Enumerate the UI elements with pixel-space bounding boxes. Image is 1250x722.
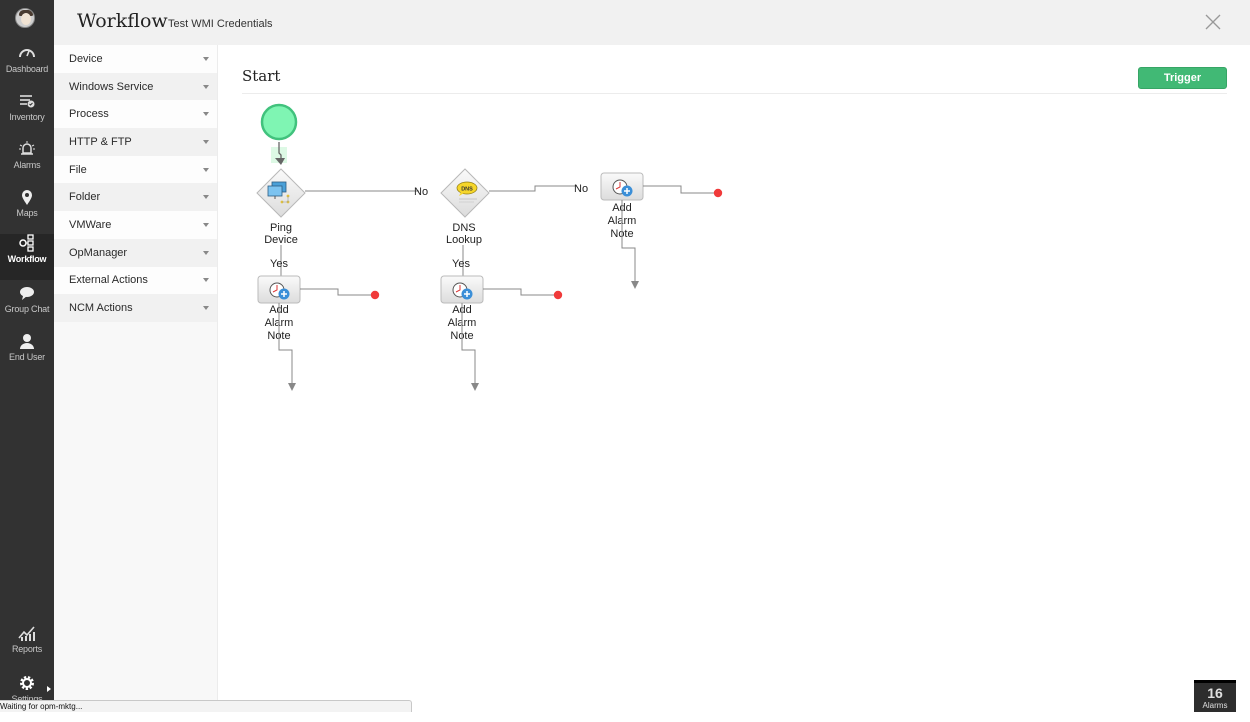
caret-down-icon (203, 112, 209, 117)
connector-line (483, 288, 554, 296)
caret-down-icon (203, 195, 209, 200)
nav-label: Alarms (13, 160, 41, 170)
nav-label: End User (9, 352, 45, 362)
arrow-head (288, 383, 296, 391)
dns-badge-text: DNS (461, 187, 473, 193)
nav-item-reports[interactable]: Reports (0, 624, 54, 672)
category-label: Device (69, 52, 103, 65)
alarm-count-badge[interactable]: 16 Alarms (1194, 680, 1236, 712)
reports-chart-icon (18, 626, 35, 641)
chat-bubble-icon (20, 287, 34, 300)
nav-item-maps[interactable]: Maps (0, 188, 54, 236)
nav-item-workflow[interactable]: Workflow (0, 234, 54, 280)
arrow-head (631, 281, 639, 289)
connector-line (643, 185, 714, 194)
category-windows-service[interactable]: Windows Service (54, 72, 217, 101)
action-categories-panel: Device Windows Service Process HTTP & FT… (54, 45, 218, 712)
left-nav: Dashboard Inventory Alarms Maps Workflow… (0, 0, 54, 712)
edge-label-no: No (574, 183, 588, 195)
caret-down-icon (203, 56, 209, 61)
category-vmware[interactable]: VMWare (54, 211, 217, 239)
connector-line (489, 185, 577, 192)
end-point[interactable] (370, 290, 380, 300)
page-title: Workflow (77, 10, 168, 32)
category-label: OpManager (69, 246, 128, 259)
header-bar: Workflow Test WMI Credentials (54, 0, 1250, 45)
dns-node-label-2: Lookup (446, 234, 482, 246)
caret-down-icon (203, 250, 209, 255)
nav-label: Inventory (9, 112, 45, 122)
add-alarm-note-node[interactable] (440, 275, 484, 304)
category-label: Process (69, 108, 109, 121)
nav-label: Group Chat (4, 304, 50, 314)
caret-down-icon (203, 306, 209, 311)
category-label: HTTP & FTP (69, 135, 132, 148)
alarm-count-label: Alarms (1202, 701, 1228, 710)
category-label: Windows Service (69, 80, 154, 93)
edge-label-yes: Yes (452, 258, 470, 270)
ping-device-node[interactable] (256, 168, 306, 218)
workflow-canvas[interactable]: Start Trigger Ping Device No DNS DNS Loo… (219, 45, 1250, 712)
workflow-icon (19, 234, 34, 252)
nav-item-group-chat[interactable]: Group Chat (0, 284, 54, 332)
edge-label-yes: Yes (270, 258, 288, 270)
caret-down-icon (203, 278, 209, 283)
nav-label: Maps (16, 208, 38, 218)
nav-label: Reports (11, 644, 43, 654)
alarm-count: 16 (1207, 685, 1223, 701)
nav-item-dashboard[interactable]: Dashboard (0, 44, 54, 92)
user-avatar[interactable] (15, 8, 35, 28)
nav-item-inventory[interactable]: Inventory (0, 92, 54, 140)
nav-label: Workflow (7, 254, 47, 264)
workflow-diagram: Ping Device No DNS DNS Lookup No Add Ala… (256, 103, 723, 391)
category-device[interactable]: Device (54, 45, 217, 73)
expand-arrow-icon[interactable] (47, 686, 51, 692)
edge-label-no: No (414, 186, 428, 198)
inventory-list-icon (20, 95, 35, 108)
dashboard-gauge-icon (19, 49, 35, 58)
end-point[interactable] (713, 188, 723, 198)
caret-down-icon (203, 84, 209, 89)
category-label: VMWare (69, 218, 112, 231)
ping-node-label-2: Device (264, 234, 298, 246)
caret-down-icon (203, 167, 209, 172)
workflow-name: Test WMI Credentials (168, 18, 273, 30)
category-label: Folder (69, 191, 101, 204)
category-ncm-actions[interactable]: NCM Actions (54, 294, 217, 322)
start-node[interactable] (260, 103, 298, 141)
nav-item-alarms[interactable]: Alarms (0, 140, 54, 188)
nav-item-settings[interactable]: Settings (0, 674, 54, 722)
end-point[interactable] (553, 290, 563, 300)
add-alarm-note-node[interactable] (600, 172, 644, 201)
category-http-ftp[interactable]: HTTP & FTP (54, 128, 217, 156)
dns-lookup-node[interactable]: DNS (440, 168, 490, 218)
caret-down-icon (203, 139, 209, 144)
dns-node-label-1: DNS (452, 222, 475, 234)
user-icon (20, 334, 34, 349)
category-label: External Actions (69, 274, 148, 287)
alarm-bell-icon (19, 141, 35, 155)
caret-down-icon (203, 222, 209, 227)
connector-line (300, 288, 371, 296)
category-label: NCM Actions (69, 302, 133, 315)
category-label: File (69, 163, 87, 176)
nav-label: Dashboard (5, 64, 49, 74)
add-alarm-note-node[interactable] (257, 275, 301, 304)
category-opmanager[interactable]: OpManager (54, 238, 217, 267)
close-icon[interactable] (1205, 14, 1221, 30)
browser-status-bar: Waiting for opm-mktg... (0, 700, 412, 712)
gear-icon (20, 676, 34, 690)
category-folder[interactable]: Folder (54, 183, 217, 212)
dns-bubble-icon: DNS (456, 181, 478, 203)
category-external-actions[interactable]: External Actions (54, 266, 217, 295)
category-process[interactable]: Process (54, 100, 217, 129)
nav-item-end-user[interactable]: End User (0, 332, 54, 380)
arrow-head (471, 383, 479, 391)
category-file[interactable]: File (54, 155, 217, 184)
ping-node-label-1: Ping (270, 222, 292, 234)
map-pin-icon (22, 190, 32, 205)
